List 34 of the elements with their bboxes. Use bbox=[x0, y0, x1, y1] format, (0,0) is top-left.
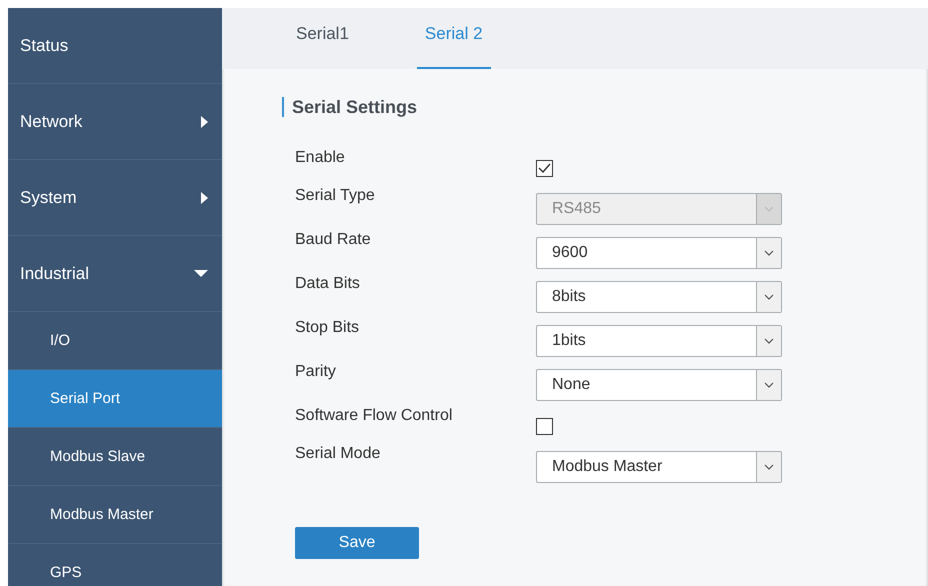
dropdown[interactable]: 1bits bbox=[536, 325, 782, 357]
chevron-down-icon bbox=[764, 250, 774, 256]
sidebar-item[interactable]: Serial Port bbox=[8, 370, 222, 428]
chevron-down-icon bbox=[764, 294, 774, 300]
menu-label: System bbox=[20, 188, 77, 208]
field-label: Data Bits bbox=[295, 275, 361, 293]
menu-label: Modbus Slave bbox=[50, 448, 146, 465]
field-label: Serial Type bbox=[295, 187, 376, 205]
dropdown[interactable]: 8bits bbox=[536, 281, 782, 313]
menu-label: Serial Port bbox=[50, 390, 120, 407]
menu-label: GPS bbox=[50, 564, 82, 581]
field-label: Enable bbox=[295, 149, 346, 167]
field-label: Software Flow Control bbox=[295, 407, 454, 425]
menu-label: Status bbox=[20, 36, 68, 56]
section-title: Serial Settings bbox=[282, 97, 928, 117]
menu-label: Network bbox=[20, 112, 82, 132]
dropdown[interactable]: None bbox=[536, 369, 782, 401]
checkbox[interactable] bbox=[536, 418, 553, 434]
menu-label: Modbus Master bbox=[50, 506, 154, 523]
field-label: Serial Mode bbox=[295, 445, 382, 463]
field-label: Parity bbox=[295, 363, 337, 381]
chevron-down-icon bbox=[764, 338, 774, 344]
chevron-down-icon bbox=[764, 206, 774, 212]
menu-label: Industrial bbox=[20, 264, 89, 284]
field-label: Stop Bits bbox=[295, 319, 360, 337]
chevron-down-icon bbox=[764, 464, 774, 470]
dropdown[interactable]: Modbus Master bbox=[536, 451, 782, 483]
chevron-down-icon bbox=[764, 382, 774, 388]
save-button[interactable]: Save bbox=[295, 527, 419, 559]
dropdown[interactable]: 9600 bbox=[536, 237, 782, 269]
checkbox[interactable] bbox=[536, 160, 553, 176]
menu-label: I/O bbox=[50, 332, 70, 349]
tab[interactable]: Serial1 bbox=[288, 8, 357, 69]
field-label: Baud Rate bbox=[295, 231, 372, 249]
